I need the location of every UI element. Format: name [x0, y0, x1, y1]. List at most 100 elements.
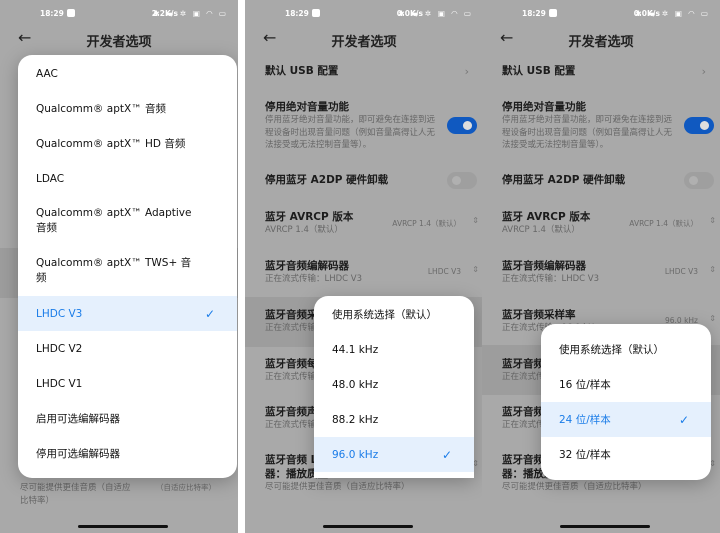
- setting-value: AVRCP 1.4（默认）: [392, 219, 461, 228]
- disable-absolute-volume[interactable]: 停用绝对音量功能停用蓝牙绝对音量功能，即可避免在连接到远程设备时出现音量问题（例…: [265, 100, 471, 152]
- menu-option[interactable]: 88.2 kHz: [314, 402, 474, 437]
- menu-option[interactable]: LHDC V1: [18, 366, 237, 401]
- setting-description: 尽可能提供更佳音质（自适应比特率）: [502, 482, 647, 492]
- toggle-knob: [689, 176, 698, 185]
- option-label: 使用系统选择（默认）: [559, 344, 664, 356]
- option-label: Qualcomm® aptX™ Adaptive 音频: [36, 207, 192, 234]
- setting-title: 默认 USB 配置: [502, 65, 576, 77]
- disable-a2dp-offload[interactable]: 停用蓝牙 A2DP 硬件卸载: [265, 173, 471, 187]
- menu-option[interactable]: 停用可选编解码器: [18, 436, 237, 471]
- page-title: 开发者选项: [86, 35, 152, 50]
- menu-option[interactable]: Qualcomm® aptX™ HD 音频: [18, 126, 237, 161]
- option-label: Qualcomm® aptX™ HD 音频: [36, 138, 186, 150]
- menu-option[interactable]: AAC: [18, 56, 237, 91]
- header: ← 开发者选项: [482, 28, 720, 50]
- menu-option[interactable]: 使用系统选择（默认）: [541, 332, 711, 367]
- option-label: LHDC V3: [36, 307, 83, 320]
- dropdown-menu: 使用系统选择（默认） 16 位/样本 24 位/样本 ✓ 32 位/样本: [541, 324, 711, 480]
- screen-bits-per-sample: 默认 USB 配置 › 停用绝对音量功能停用蓝牙绝对音量功能，即可避免在连接到远程设…: [482, 0, 720, 533]
- option-label: 96.0 kHz: [332, 448, 379, 461]
- option-label: 停用可选编解码器: [36, 448, 120, 460]
- option-label: 启用可选编解码器: [36, 413, 120, 425]
- setting-description: 正在流式传输：LHDC V3: [265, 274, 363, 284]
- setting-title: 停用绝对音量功能: [502, 101, 586, 113]
- toggle-knob: [700, 121, 709, 130]
- avrcp-version[interactable]: 蓝牙 AVRCP 版本 AVRCP 1.4（默认） AVRCP 1.4（默认） ⇕: [502, 210, 716, 237]
- home-indicator[interactable]: [78, 525, 168, 528]
- avrcp-version[interactable]: 蓝牙 AVRCP 版本 AVRCP 1.4（默认） AVRCP 1.4（默认） ⇕: [265, 210, 479, 237]
- setting-title: 停用绝对音量功能: [265, 101, 349, 113]
- menu-option[interactable]: 96.0 kHz ✓: [314, 437, 474, 472]
- setting-description: 尽可能提供更佳音质（自适应比特率）: [265, 482, 410, 492]
- abs-volume-toggle[interactable]: [447, 117, 477, 134]
- bluetooth-codec[interactable]: 蓝牙音频编解码器 正在流式传输：LHDC V3 LHDC V3 ⇕: [502, 259, 716, 286]
- menu-option[interactable]: 使用系统选择（默认）: [314, 297, 474, 332]
- app-notification-icon: [312, 9, 320, 17]
- menu-option[interactable]: 44.1 kHz: [314, 332, 474, 367]
- setting-description: 尽可能提供更佳音质（自适应比特率）: [20, 483, 131, 506]
- screen-codec: 尽可能提供更佳音质（自适应比特率） （自适应比特率） 18:29 2.2K/s ✱ ▬ …: [0, 0, 238, 533]
- menu-option[interactable]: Qualcomm® aptX™ Adaptive 音频: [18, 196, 237, 246]
- setting-value: LHDC V3: [427, 267, 461, 276]
- option-label: Qualcomm® aptX™ TWS+ 音频: [36, 257, 192, 284]
- option-label: LHDC V2: [36, 342, 83, 355]
- setting-title: 默认 USB 配置: [265, 65, 339, 77]
- home-indicator[interactable]: [323, 525, 413, 528]
- screen-sample-rate: 默认 USB 配置 › 停用绝对音量功能停用蓝牙绝对音量功能，即可避免在连接到远程设…: [245, 0, 483, 533]
- menu-option[interactable]: LDAC: [18, 161, 237, 196]
- setting-description: 停用蓝牙绝对音量功能，即可避免在连接到远程设备时出现音量问题（例如音量高得让人无…: [265, 115, 436, 150]
- default-usb-config[interactable]: 默认 USB 配置 ›: [265, 64, 471, 78]
- menu-option[interactable]: 32 位/样本: [541, 437, 711, 472]
- disable-absolute-volume[interactable]: 停用绝对音量功能停用蓝牙绝对音量功能，即可避免在连接到远程设备时出现音量问题（例…: [502, 100, 708, 152]
- option-label: 24 位/样本: [559, 414, 611, 426]
- option-label: 44.1 kHz: [332, 343, 379, 356]
- a2dp-toggle[interactable]: [684, 172, 714, 189]
- chevron-updown-icon: ⇕: [472, 216, 479, 225]
- menu-option[interactable]: Qualcomm® aptX™ 音频: [18, 91, 237, 126]
- checkmark-icon: ✓: [204, 306, 215, 321]
- setting-value: AVRCP 1.4（默认）: [629, 219, 698, 228]
- menu-option[interactable]: Qualcomm® aptX™ TWS+ 音频: [18, 246, 237, 296]
- chevron-right-icon: ›: [464, 65, 469, 78]
- status-bar: 18:29 0.0K/s ✱ ▬ ✲ ▣ ◠ ▭: [245, 9, 483, 21]
- option-label: LHDC V1: [36, 377, 83, 390]
- chevron-right-icon: ›: [701, 65, 706, 78]
- a2dp-toggle[interactable]: [447, 172, 477, 189]
- option-label: 48.0 kHz: [332, 378, 379, 391]
- clock: 18:29: [522, 9, 546, 18]
- ldac-quality[interactable]: 尽可能提供更佳音质（自适应比特率） （自适应比特率）: [20, 482, 226, 507]
- toggle-knob: [452, 176, 461, 185]
- menu-option[interactable]: LHDC V2: [18, 331, 237, 366]
- status-icons: ✱ ▬ ✲ ▣ ◠ ▭: [635, 9, 710, 18]
- clock: 18:29: [40, 9, 64, 18]
- header: ← 开发者选项: [245, 28, 483, 50]
- page-title: 开发者选项: [568, 35, 634, 50]
- setting-title: 停用蓝牙 A2DP 硬件卸载: [265, 174, 389, 186]
- option-label: AAC: [36, 67, 58, 80]
- option-label: 32 位/样本: [559, 449, 611, 461]
- menu-option[interactable]: 16 位/样本: [541, 367, 711, 402]
- chevron-updown-icon: ⇕: [709, 314, 716, 323]
- bluetooth-codec[interactable]: 蓝牙音频编解码器 正在流式传输：LHDC V3 LHDC V3 ⇕: [265, 259, 479, 286]
- menu-option[interactable]: 24 位/样本 ✓: [541, 402, 711, 437]
- status-icons: ✱ ▬ ✲ ▣ ◠ ▭: [398, 9, 473, 18]
- menu-option[interactable]: 48.0 kHz: [314, 367, 474, 402]
- disable-a2dp-offload[interactable]: 停用蓝牙 A2DP 硬件卸载: [502, 173, 708, 187]
- option-label: Qualcomm® aptX™ 音频: [36, 103, 167, 115]
- menu-option[interactable]: 启用可选编解码器: [18, 401, 237, 436]
- checkmark-icon: ✓: [678, 412, 689, 427]
- checkmark-icon: ✓: [441, 447, 452, 462]
- dropdown-menu: AAC Qualcomm® aptX™ 音频 Qualcomm® aptX™ HD …: [18, 55, 237, 478]
- home-indicator[interactable]: [560, 525, 650, 528]
- status-icons: ✱ ▬ ✲ ▣ ◠ ▭: [153, 9, 228, 18]
- setting-description: 停用蓝牙绝对音量功能，即可避免在连接到远程设备时出现音量问题（例如音量高得让人无…: [502, 115, 673, 150]
- app-notification-icon: [67, 9, 75, 17]
- header: ← 开发者选项: [0, 28, 238, 50]
- setting-value: （自适应比特率）: [156, 483, 216, 492]
- abs-volume-toggle[interactable]: [684, 117, 714, 134]
- default-usb-config[interactable]: 默认 USB 配置 ›: [502, 64, 708, 78]
- option-label: LDAC: [36, 172, 65, 185]
- menu-option[interactable]: LHDC V3 ✓: [18, 296, 237, 331]
- toggle-knob: [463, 121, 472, 130]
- status-bar: 18:29 0.0K/s ✱ ▬ ✲ ▣ ◠ ▭: [482, 9, 720, 21]
